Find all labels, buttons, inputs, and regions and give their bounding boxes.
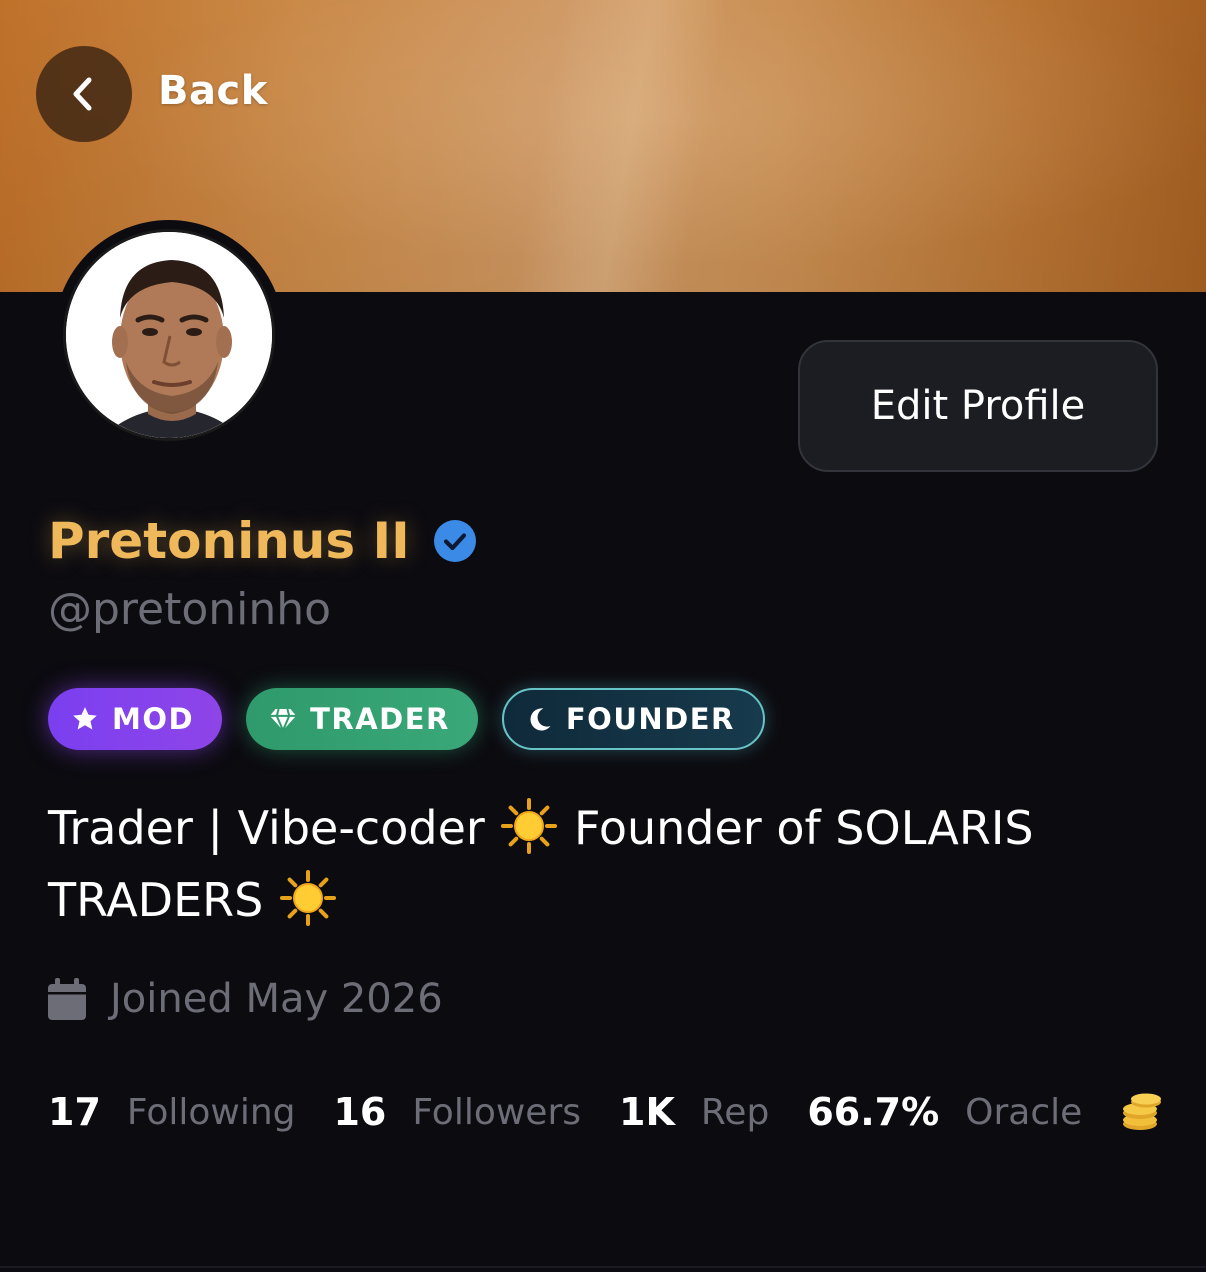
- avatar[interactable]: [54, 220, 284, 450]
- rep-label: Rep: [700, 1091, 770, 1133]
- badge-founder[interactable]: FOUNDER: [501, 688, 765, 750]
- joined-date: Joined May 2026: [48, 976, 443, 1022]
- avatar-image: [63, 229, 275, 441]
- bio-text-1: Trader | Vibe-coder: [48, 801, 485, 855]
- divider: [0, 1266, 1206, 1268]
- username-handle: @pretoninho: [48, 584, 332, 635]
- sun-emoji-icon: [279, 870, 336, 926]
- oracle-value: 66.7%: [807, 1090, 940, 1134]
- badge-mod[interactable]: MOD: [48, 688, 223, 750]
- badge-trader-label: TRADER: [310, 702, 450, 736]
- following-label[interactable]: Following: [127, 1092, 296, 1133]
- diamond-icon: [269, 708, 297, 733]
- following-count[interactable]: 17: [48, 1090, 101, 1134]
- coins-icon[interactable]: [1120, 1092, 1164, 1132]
- star-icon: [73, 707, 97, 730]
- rep-count: 1K: [619, 1090, 675, 1134]
- verified-badge-icon: [433, 520, 476, 562]
- moon-icon: [530, 708, 551, 731]
- back-button[interactable]: [36, 46, 132, 142]
- joined-text: Joined May 2026: [110, 976, 443, 1022]
- back-label[interactable]: Back: [158, 68, 268, 114]
- profile-page: Back Edit Profile Pretoninus II @pretoni…: [0, 0, 1206, 1272]
- badge-trader[interactable]: TRADER: [246, 688, 478, 750]
- display-name-text: Pretoninus II: [48, 512, 410, 570]
- chevron-left-icon: [73, 77, 92, 111]
- badge-mod-label: MOD: [112, 702, 195, 736]
- profile-bio: Trader | Vibe-coder Founder of SOLARIS T…: [48, 792, 1158, 936]
- badge-founder-label: FOUNDER: [565, 702, 735, 736]
- display-name: Pretoninus II: [48, 512, 476, 570]
- sun-emoji-icon: [501, 798, 558, 854]
- role-badges: MOD TRADER FOUNDER: [48, 688, 765, 750]
- profile-stats: 17 Following 16 Followers 1K Rep 66.7% O…: [48, 1084, 1164, 1140]
- calendar-icon: [48, 978, 86, 1020]
- oracle-label: Oracle: [965, 1091, 1083, 1133]
- edit-profile-button[interactable]: Edit Profile: [798, 340, 1158, 472]
- followers-label[interactable]: Followers: [412, 1092, 581, 1133]
- followers-count[interactable]: 16: [333, 1090, 386, 1134]
